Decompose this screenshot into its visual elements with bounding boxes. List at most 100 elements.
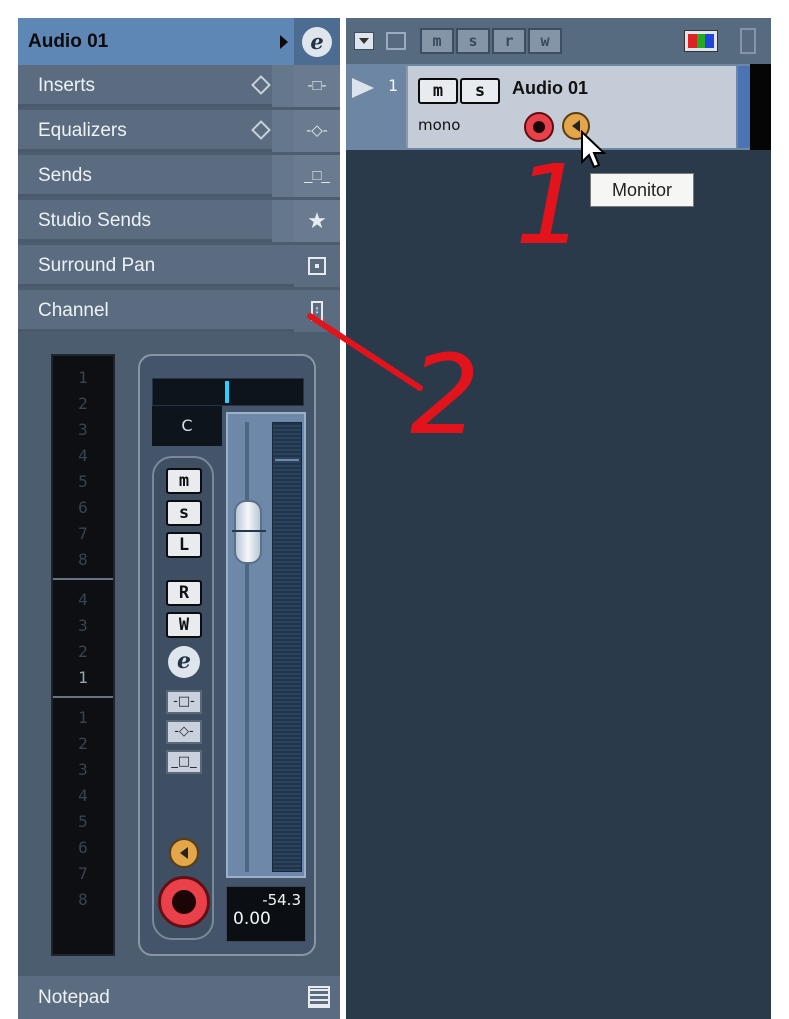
meter-tick: 5 — [78, 812, 88, 831]
track-play-arrow-icon — [352, 78, 374, 98]
section-label: Sends — [38, 165, 92, 186]
meter-tick: 3 — [78, 760, 88, 779]
eq-icon[interactable]: -◇- — [294, 110, 340, 152]
section-divider — [272, 110, 294, 152]
section-inserts[interactable]: Inserts -□- — [18, 65, 340, 107]
pan-value: C — [152, 406, 222, 446]
surround-icon[interactable] — [294, 245, 340, 287]
section-label: Studio Sends — [38, 210, 152, 231]
section-channel[interactable]: Channel ↕ — [18, 290, 340, 332]
listen-button[interactable]: L — [166, 532, 202, 558]
track-name[interactable]: Audio 01 — [512, 78, 588, 99]
track-colors-icon[interactable] — [684, 30, 718, 52]
pan-control[interactable] — [152, 378, 304, 406]
solo-button[interactable]: s — [166, 500, 202, 526]
meter-tick: 5 — [78, 472, 88, 491]
meter-tick: 4 — [78, 446, 88, 465]
peak-readout: -54.3 — [262, 891, 301, 909]
track-mute-button[interactable]: m — [418, 78, 458, 104]
pan-marker — [225, 381, 229, 403]
inspector-panel: Audio 01 e Inserts -□- Equalizers -◇- Se… — [18, 18, 340, 1019]
record-icon — [533, 121, 545, 133]
section-divider — [272, 65, 294, 107]
meter-tick: 6 — [78, 498, 88, 517]
global-solo-button[interactable]: s — [456, 28, 490, 54]
meter-divider — [53, 578, 113, 580]
eq-bypass-icon[interactable]: -◇- — [166, 720, 202, 744]
gain-readout: 0.00 — [233, 909, 271, 929]
output-level-meter — [272, 422, 302, 872]
expand-arrow-icon[interactable] — [280, 35, 288, 49]
global-mute-button[interactable]: m — [420, 28, 454, 54]
sends-bypass-icon[interactable]: _□_ — [166, 750, 202, 774]
fader-cap[interactable] — [232, 500, 266, 564]
peak-hold-marker — [275, 459, 299, 461]
level-readout[interactable]: -54.3 0.00 — [226, 886, 306, 942]
meter-divider — [53, 696, 113, 698]
volume-fader[interactable] — [226, 412, 306, 878]
annotation-two: 2 — [410, 331, 480, 459]
edit-channel-button[interactable]: e — [294, 18, 340, 65]
meter-tick: 2 — [78, 734, 88, 753]
track-header[interactable]: m s Audio 01 mono — [406, 66, 750, 148]
section-notepad[interactable]: Notepad — [18, 976, 340, 1019]
read-automation-button[interactable]: R — [166, 580, 202, 606]
track-list-toolbar: m s r w — [346, 18, 771, 64]
channel-button-column: m s L R W e -□- -◇- _□_ — [152, 456, 214, 940]
track-lane-edge — [750, 64, 771, 150]
track-solo-button[interactable]: s — [460, 78, 500, 104]
track-type-icon[interactable] — [386, 32, 406, 50]
track-mode: mono — [418, 116, 461, 134]
fader-track — [245, 422, 249, 872]
track-number: 1 — [388, 76, 399, 95]
record-icon — [172, 890, 196, 914]
record-enable-button[interactable] — [158, 876, 210, 928]
meter-tick: 3 — [78, 420, 88, 439]
monitor-button[interactable] — [169, 838, 199, 868]
meter-tick: 2 — [78, 394, 88, 413]
bypass-diamond-icon[interactable] — [251, 75, 271, 95]
section-label: Inserts — [38, 75, 96, 96]
meter-tick: 4 — [78, 786, 88, 805]
insert-bypass-icon[interactable]: -□- — [166, 690, 202, 714]
global-write-button[interactable]: w — [528, 28, 562, 54]
edit-channel-icon[interactable]: e — [168, 646, 200, 678]
inspector-title-row[interactable]: Audio 01 e — [18, 18, 340, 65]
mute-button[interactable]: m — [166, 468, 202, 494]
sends-icon[interactable]: _□_ — [294, 155, 340, 197]
speaker-icon — [572, 120, 580, 132]
meter-tick: 1 — [78, 708, 88, 727]
section-label: Channel — [38, 300, 109, 321]
track-record-button[interactable] — [524, 112, 554, 142]
edit-e-icon: e — [302, 26, 332, 57]
cubase-window: Audio 01 e Inserts -□- Equalizers -◇- Se… — [0, 0, 789, 1019]
meter-tick: 6 — [78, 838, 88, 857]
channel-strip: 1 2 3 4 5 6 7 8 4 3 2 1 1 2 3 4 5 6 7 8 … — [18, 336, 340, 976]
section-sends[interactable]: Sends _□_ — [18, 155, 340, 197]
track-title: Audio 01 — [28, 31, 109, 52]
star-icon[interactable]: ★ — [294, 200, 340, 242]
fader-cap-line — [232, 530, 266, 532]
meter-tick: 7 — [78, 864, 88, 883]
section-surround-pan[interactable]: Surround Pan — [18, 245, 340, 287]
meter-tick: 8 — [78, 550, 88, 569]
meter-tick: 2 — [78, 642, 88, 661]
section-label: Surround Pan — [38, 255, 156, 276]
input-meter-scale: 1 2 3 4 5 6 7 8 4 3 2 1 1 2 3 4 5 6 7 8 — [51, 354, 115, 956]
fader-panel: C m s L R W e -□- -◇- _□_ -54.3 0.00 — [138, 354, 316, 956]
write-automation-button[interactable]: W — [166, 612, 202, 638]
section-divider — [272, 155, 294, 197]
meter-tick: 7 — [78, 524, 88, 543]
section-studio-sends[interactable]: Studio Sends ★ — [18, 200, 340, 242]
collapse-menu-button[interactable] — [354, 32, 374, 50]
global-read-button[interactable]: r — [492, 28, 526, 54]
meter-tick: 4 — [78, 590, 88, 609]
meter-tick: 8 — [78, 890, 88, 909]
insert-icon[interactable]: -□- — [294, 65, 340, 107]
track-row[interactable]: 1 m s Audio 01 mono — [346, 64, 771, 150]
track-color-strip — [738, 66, 750, 148]
notepad-icon[interactable] — [308, 986, 330, 1008]
section-equalizers[interactable]: Equalizers -◇- — [18, 110, 340, 152]
meter-tick: 1 — [78, 668, 88, 687]
bypass-diamond-icon[interactable] — [251, 120, 271, 140]
